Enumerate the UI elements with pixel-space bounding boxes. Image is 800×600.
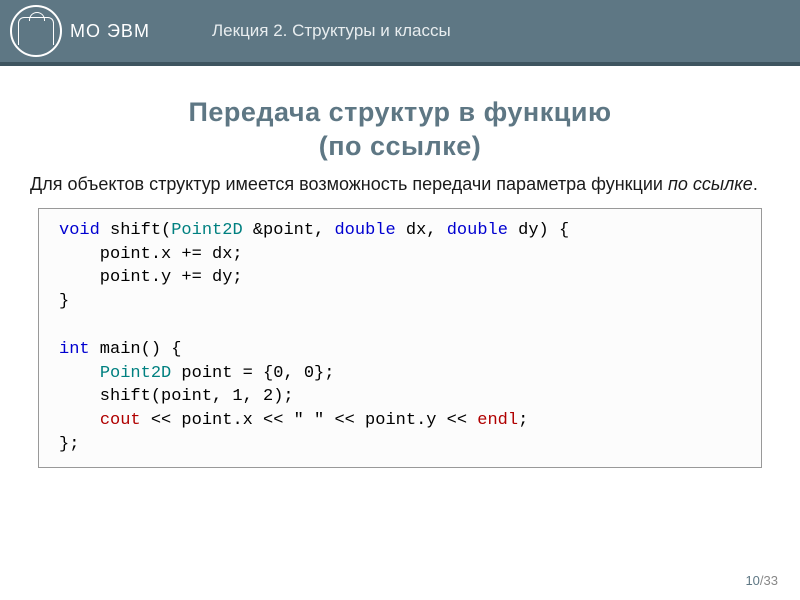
slide-header: МО ЭВМ Лекция 2. Структуры и классы — [0, 0, 800, 66]
desc-text-2: . — [753, 174, 758, 194]
description-paragraph: Для объектов структур имеется возможност… — [30, 172, 770, 196]
org-emblem-icon — [10, 5, 62, 57]
type-point2d: Point2D — [171, 221, 242, 240]
title-line-1: Передача структур в функцию — [188, 97, 611, 127]
page-number: 10/33 — [745, 573, 778, 588]
kw-int: int — [59, 340, 90, 359]
kw-cout: cout — [100, 411, 141, 430]
type-point2d: Point2D — [100, 364, 171, 383]
kw-endl: endl — [477, 411, 518, 430]
code-block: void shift(Point2D &point, double dx, do… — [38, 208, 762, 468]
page-current: 10 — [745, 573, 759, 588]
lecture-title: Лекция 2. Структуры и классы — [212, 21, 451, 41]
page-total: 33 — [764, 573, 778, 588]
org-name: МО ЭВМ — [70, 21, 150, 42]
logo-block: МО ЭВМ — [10, 5, 190, 57]
desc-italic: по ссылке — [668, 174, 753, 194]
kw-void: void — [59, 221, 100, 240]
desc-text-1: Для объектов структур имеется возможност… — [30, 174, 668, 194]
slide-content: Передача структур в функцию (по ссылке) … — [0, 66, 800, 468]
kw-double: double — [447, 221, 508, 240]
kw-double: double — [334, 221, 395, 240]
section-title: Передача структур в функцию (по ссылке) — [30, 96, 770, 164]
title-line-2: (по ссылке) — [319, 131, 482, 161]
